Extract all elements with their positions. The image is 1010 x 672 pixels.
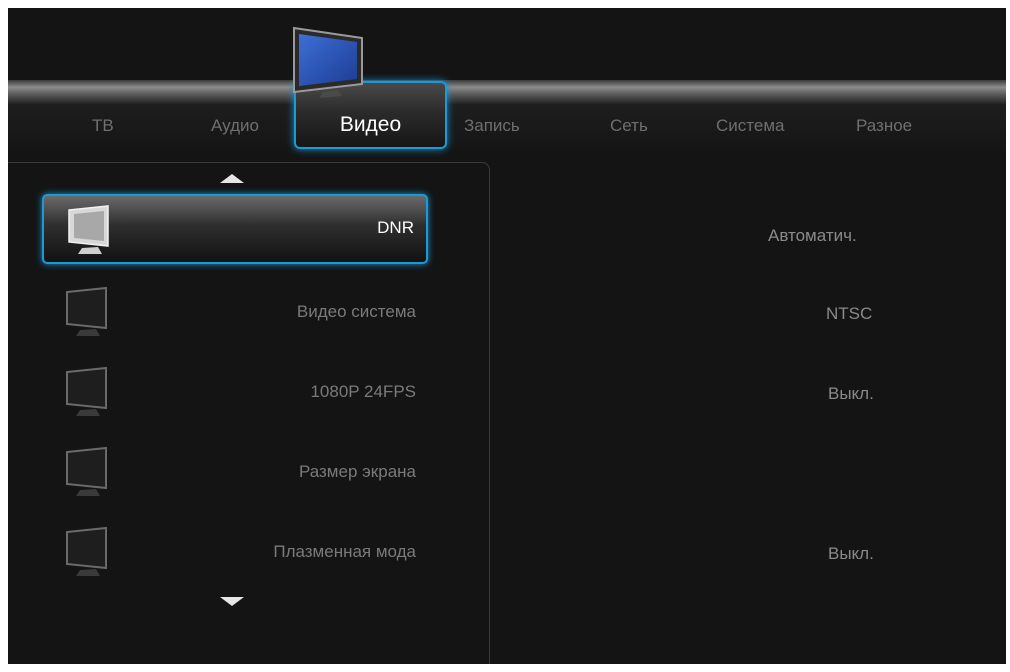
tab-audio[interactable]: Аудио bbox=[211, 116, 259, 136]
tab-record[interactable]: Запись bbox=[464, 116, 520, 136]
setting-row-dnr[interactable]: DNR bbox=[42, 194, 428, 264]
arrow-up-icon[interactable] bbox=[220, 174, 244, 183]
tab-misc[interactable]: Разное bbox=[856, 116, 912, 136]
setting-label: 1080P 24FPS bbox=[310, 382, 416, 401]
setting-row-plasma-mode[interactable]: Плазменная мода bbox=[42, 518, 428, 588]
monitor-icon bbox=[66, 286, 107, 336]
monitor-icon bbox=[68, 205, 109, 254]
setting-value-plasma-mode: Выкл. bbox=[828, 544, 874, 563]
tab-system[interactable]: Система bbox=[716, 116, 784, 136]
tv-icon bbox=[293, 26, 363, 98]
setting-label: Размер экрана bbox=[298, 462, 416, 481]
tab-tv[interactable]: ТВ bbox=[92, 116, 114, 136]
setting-label: Плазменная мода bbox=[273, 542, 416, 561]
setting-row-video-system[interactable]: Видео система bbox=[42, 278, 428, 348]
monitor-icon bbox=[66, 366, 107, 416]
setting-row-screen-size[interactable]: Размер экрана bbox=[42, 438, 428, 508]
tab-video-label: Видео bbox=[339, 113, 402, 136]
setting-value-dnr: Автоматич. bbox=[768, 226, 857, 245]
arrow-down-icon[interactable] bbox=[220, 597, 244, 606]
setting-value-1080p-24fps: Выкл. bbox=[828, 384, 874, 403]
settings-screen: ТВ Аудио Видео Запись Сеть Система Разно… bbox=[8, 8, 1006, 664]
setting-row-1080p-24fps[interactable]: 1080P 24FPS bbox=[42, 358, 428, 428]
menu-bar-rim bbox=[8, 80, 1006, 104]
setting-label: Видео система bbox=[296, 302, 416, 321]
monitor-icon bbox=[66, 446, 107, 496]
setting-value-video-system: NTSC bbox=[826, 304, 873, 323]
tab-network[interactable]: Сеть bbox=[610, 116, 648, 136]
monitor-icon bbox=[66, 526, 107, 576]
setting-label: DNR bbox=[377, 218, 414, 237]
